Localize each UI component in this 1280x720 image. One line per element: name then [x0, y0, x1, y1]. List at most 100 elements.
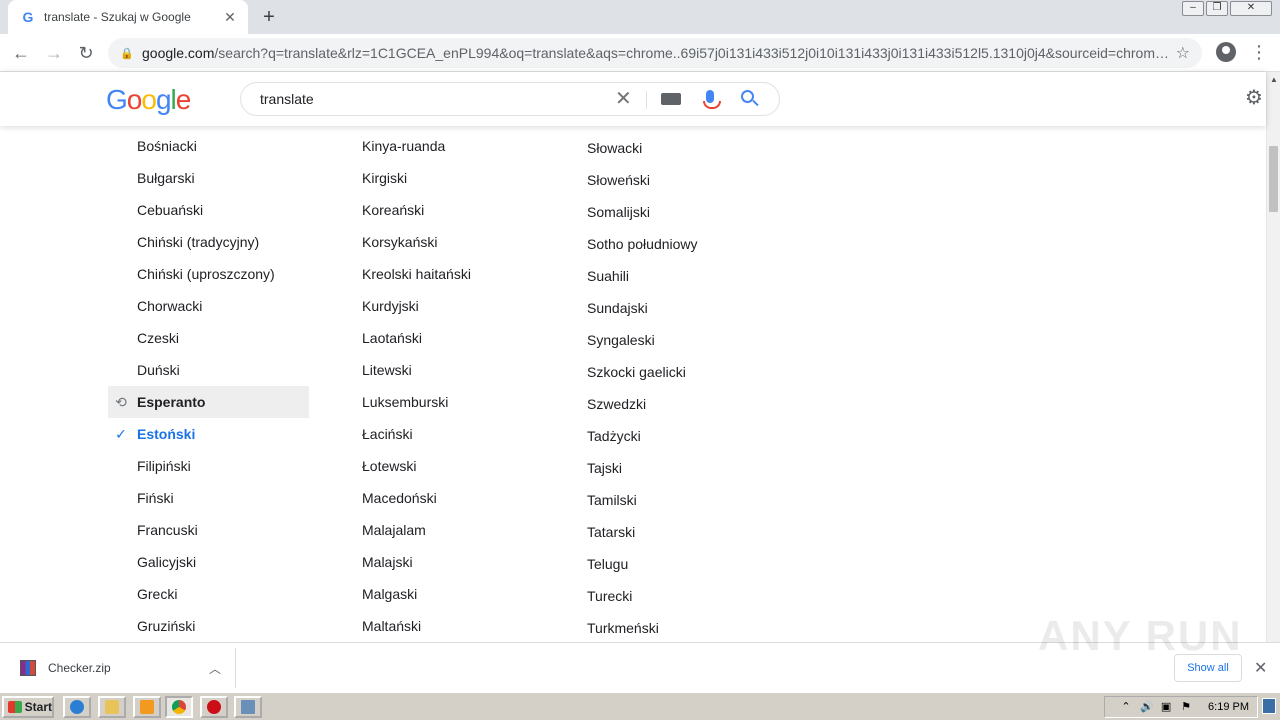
- language-label: Łaciński: [362, 426, 413, 442]
- address-bar[interactable]: 🔒 google.com/search?q=translate&rlz=1C1G…: [108, 38, 1202, 68]
- language-option[interactable]: Cebuański: [108, 194, 309, 226]
- language-option[interactable]: Turkmeński: [558, 612, 778, 642]
- tab-close-icon[interactable]: ✕: [222, 9, 238, 26]
- language-option[interactable]: Maltański: [333, 610, 553, 642]
- language-option[interactable]: Somalijski: [558, 196, 778, 228]
- language-option[interactable]: Bośniacki: [108, 130, 309, 162]
- taskbar-media-player-icon[interactable]: [133, 696, 161, 718]
- new-tab-button[interactable]: +: [258, 6, 280, 28]
- language-option[interactable]: Malajalam: [333, 514, 553, 546]
- language-option[interactable]: Szkocki gaelicki: [558, 356, 778, 388]
- language-label: Tajski: [587, 460, 623, 476]
- language-option[interactable]: Duński: [108, 354, 309, 386]
- language-option[interactable]: Słoweński: [558, 164, 778, 196]
- language-option[interactable]: Tadżycki: [558, 420, 778, 452]
- language-option[interactable]: Łaciński: [333, 418, 553, 450]
- language-option[interactable]: Chorwacki: [108, 290, 309, 322]
- volume-icon[interactable]: 🔊: [1140, 701, 1154, 713]
- google-logo[interactable]: Google: [106, 84, 191, 116]
- language-option[interactable]: Koreański: [333, 194, 553, 226]
- language-option[interactable]: Suahili: [558, 260, 778, 292]
- action-center-flag-icon[interactable]: ⚑: [1180, 701, 1192, 713]
- back-icon[interactable]: ←: [9, 41, 33, 65]
- browser-menu-icon[interactable]: ⋮: [1250, 42, 1268, 64]
- bookmark-star-icon[interactable]: ☆: [1176, 43, 1190, 63]
- language-option[interactable]: Francuski: [108, 514, 309, 546]
- language-option[interactable]: Tamilski: [558, 484, 778, 516]
- scroll-thumb[interactable]: [1269, 146, 1278, 212]
- browser-tab[interactable]: G translate - Szukaj w Google ✕: [8, 0, 248, 34]
- search-input[interactable]: [260, 91, 610, 107]
- language-label: Kirgiski: [362, 170, 408, 186]
- language-option[interactable]: Filipiński: [108, 450, 309, 482]
- tray-expand-icon[interactable]: ⌃: [1120, 701, 1132, 713]
- restore-button[interactable]: ❐: [1206, 1, 1228, 16]
- close-download-shelf-icon[interactable]: ✕: [1254, 658, 1267, 678]
- language-label: Fiński: [137, 490, 174, 506]
- language-option[interactable]: Tatarski: [558, 516, 778, 548]
- search-icon[interactable]: [741, 90, 754, 103]
- language-option[interactable]: Czeski: [108, 322, 309, 354]
- gear-icon[interactable]: ⚙: [1245, 88, 1265, 108]
- language-label: Sundajski: [587, 300, 648, 316]
- language-option[interactable]: Bułgarski: [108, 162, 309, 194]
- language-option[interactable]: Korsykański: [333, 226, 553, 258]
- profile-avatar-icon[interactable]: [1216, 42, 1236, 62]
- language-option[interactable]: Litewski: [333, 354, 553, 386]
- show-desktop-button[interactable]: [1262, 698, 1276, 714]
- clock[interactable]: 6:19 PM: [1208, 701, 1249, 713]
- taskbar-window-icon[interactable]: [234, 696, 262, 718]
- language-option[interactable]: Kreolski haitański: [333, 258, 553, 290]
- language-option[interactable]: Laotański: [333, 322, 553, 354]
- language-option[interactable]: Kinya-ruanda: [333, 130, 553, 162]
- language-option[interactable]: Szwedzki: [558, 388, 778, 420]
- language-option[interactable]: Syngaleski: [558, 324, 778, 356]
- language-option[interactable]: Malajski: [333, 546, 553, 578]
- language-option[interactable]: ⟲ Esperanto: [108, 386, 309, 418]
- language-option[interactable]: Malgaski: [333, 578, 553, 610]
- language-option[interactable]: Chiński (uproszczony): [108, 258, 309, 290]
- show-all-downloads-button[interactable]: Show all: [1174, 654, 1242, 682]
- language-option[interactable]: Gruziński: [108, 610, 309, 642]
- language-option[interactable]: Macedoński: [333, 482, 553, 514]
- network-icon[interactable]: ▣: [1160, 701, 1172, 713]
- language-option[interactable]: Galicyjski: [108, 546, 309, 578]
- scroll-up-arrow-icon[interactable]: ▲: [1270, 75, 1278, 84]
- checkmark-icon: ✓: [115, 426, 127, 442]
- language-option[interactable]: Łotewski: [333, 450, 553, 482]
- download-item[interactable]: Checker.zip ︿: [8, 648, 236, 688]
- tab-strip: G translate - Szukaj w Google ✕ + – ❐ ✕: [0, 0, 1280, 34]
- language-option[interactable]: ✓ Estoński: [108, 418, 309, 450]
- language-option[interactable]: Chiński (tradycyjny): [108, 226, 309, 258]
- history-icon: ⟲: [115, 394, 127, 410]
- language-option[interactable]: Tajski: [558, 452, 778, 484]
- taskbar-opera-icon[interactable]: [200, 696, 228, 718]
- microphone-icon[interactable]: [703, 90, 721, 109]
- page-scrollbar[interactable]: ▲: [1266, 72, 1280, 642]
- minimize-button[interactable]: –: [1182, 1, 1204, 16]
- chevron-up-icon[interactable]: ︿: [209, 660, 221, 677]
- language-label: Somalijski: [587, 204, 651, 220]
- taskbar-chrome-icon[interactable]: [165, 696, 193, 718]
- language-option[interactable]: Telugu: [558, 548, 778, 580]
- taskbar-ie-icon[interactable]: [63, 696, 91, 718]
- taskbar-explorer-icon[interactable]: [98, 696, 126, 718]
- language-option[interactable]: Fiński: [108, 482, 309, 514]
- language-label: Szwedzki: [587, 396, 647, 412]
- forward-icon[interactable]: →: [42, 41, 66, 65]
- language-option[interactable]: Turecki: [558, 580, 778, 612]
- language-option[interactable]: Sotho południowy: [558, 228, 778, 260]
- clear-search-icon[interactable]: ✕: [615, 89, 632, 109]
- window-close-button[interactable]: ✕: [1230, 1, 1272, 16]
- language-option[interactable]: Luksemburski: [333, 386, 553, 418]
- keyboard-icon[interactable]: [661, 93, 681, 105]
- language-option[interactable]: Sundajski: [558, 292, 778, 324]
- start-button[interactable]: Start: [2, 696, 54, 718]
- url-text: google.com/search?q=translate&rlz=1C1GCE…: [142, 45, 1168, 61]
- language-option[interactable]: Kirgiski: [333, 162, 553, 194]
- reload-icon[interactable]: ↻: [74, 41, 98, 65]
- language-option[interactable]: Grecki: [108, 578, 309, 610]
- language-label: Koreański: [362, 202, 425, 218]
- language-option[interactable]: Słowacki: [558, 132, 778, 164]
- language-option[interactable]: Kurdyjski: [333, 290, 553, 322]
